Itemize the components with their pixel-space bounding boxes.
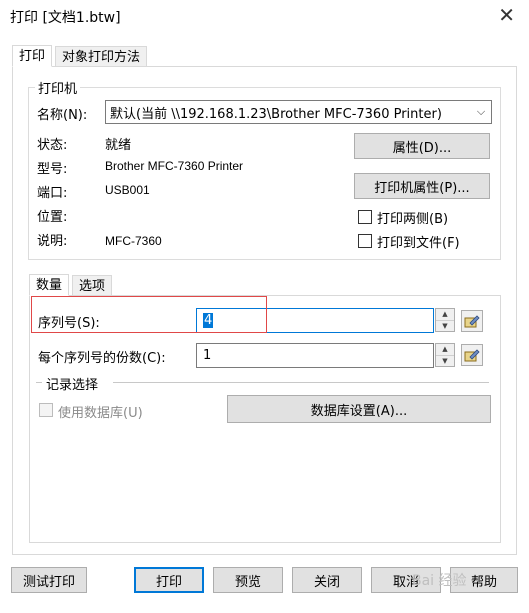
watermark: Bai 经验 bbox=[412, 573, 467, 589]
copies-value: 1 bbox=[203, 348, 212, 363]
location-label: 位置: bbox=[37, 210, 68, 225]
chevron-down-icon[interactable]: ⌵ bbox=[471, 105, 491, 119]
printer-name-label: 名称(N): bbox=[37, 108, 88, 123]
test-print-button[interactable]: 测试打印 bbox=[11, 567, 87, 593]
printer-name-combo[interactable]: 默认(当前 \\192.168.1.23\Brother MFC-7360 Pr… bbox=[105, 100, 492, 124]
comment-value: MFC-7360 bbox=[105, 234, 162, 248]
serial-number-spinner[interactable]: ▲ ▼ bbox=[435, 308, 455, 332]
print-button[interactable]: 打印 bbox=[134, 567, 204, 593]
copies-options-button[interactable] bbox=[461, 344, 483, 366]
record-separator-right bbox=[113, 382, 489, 383]
tab-print[interactable]: 打印 bbox=[12, 45, 53, 67]
preview-button[interactable]: 预览 bbox=[213, 567, 283, 593]
window-title: 打印 [文档1.btw] bbox=[10, 10, 121, 26]
printer-properties-button[interactable]: 打印机属性(P)... bbox=[354, 173, 490, 199]
spin-up-icon[interactable]: ▲ bbox=[436, 309, 454, 320]
properties-button[interactable]: 属性(D)... bbox=[354, 133, 490, 159]
spin-up-icon[interactable]: ▲ bbox=[436, 344, 454, 355]
copies-input[interactable]: 1 bbox=[196, 343, 434, 368]
tab-object-print[interactable]: 对象打印方法 bbox=[55, 46, 148, 67]
duplex-checkbox[interactable] bbox=[358, 210, 372, 224]
status-value: 就绪 bbox=[105, 138, 132, 153]
title-bar: 打印 [文档1.btw] ✕ bbox=[0, 0, 529, 32]
edit-icon bbox=[464, 349, 480, 362]
model-value: Brother MFC-7360 Printer bbox=[105, 159, 244, 173]
use-database-checkbox[interactable] bbox=[39, 403, 53, 417]
database-settings-button[interactable]: 数据库设置(A)... bbox=[227, 395, 491, 423]
status-label: 状态: bbox=[37, 138, 68, 153]
print-to-file-checkbox[interactable] bbox=[358, 234, 372, 248]
spin-down-icon[interactable]: ▼ bbox=[436, 319, 454, 332]
record-separator-left bbox=[36, 382, 42, 383]
comment-label: 说明: bbox=[37, 234, 68, 249]
tab-quantity[interactable]: 数量 bbox=[29, 274, 70, 296]
tab-options[interactable]: 选项 bbox=[72, 275, 113, 296]
printer-group-label: 打印机 bbox=[35, 78, 81, 97]
edit-icon bbox=[464, 315, 480, 328]
duplex-label: 打印两侧(B) bbox=[377, 212, 449, 227]
model-label: 型号: bbox=[37, 162, 68, 177]
port-label: 端口: bbox=[37, 186, 68, 201]
highlight-box bbox=[31, 296, 267, 333]
spin-down-icon[interactable]: ▼ bbox=[436, 354, 454, 367]
close-button[interactable]: 关闭 bbox=[292, 567, 362, 593]
port-value: USB001 bbox=[105, 183, 150, 197]
copies-spinner[interactable]: ▲ ▼ bbox=[435, 343, 455, 367]
use-database-label: 使用数据库(U) bbox=[58, 406, 143, 421]
copies-label: 每个序列号的份数(C): bbox=[38, 351, 166, 366]
print-to-file-label: 打印到文件(F) bbox=[377, 236, 460, 251]
close-icon[interactable]: ✕ bbox=[498, 4, 515, 26]
printer-name-value: 默认(当前 \\192.168.1.23\Brother MFC-7360 Pr… bbox=[110, 106, 442, 122]
serial-number-options-button[interactable] bbox=[461, 310, 483, 332]
record-selection-label: 记录选择 bbox=[46, 378, 99, 393]
